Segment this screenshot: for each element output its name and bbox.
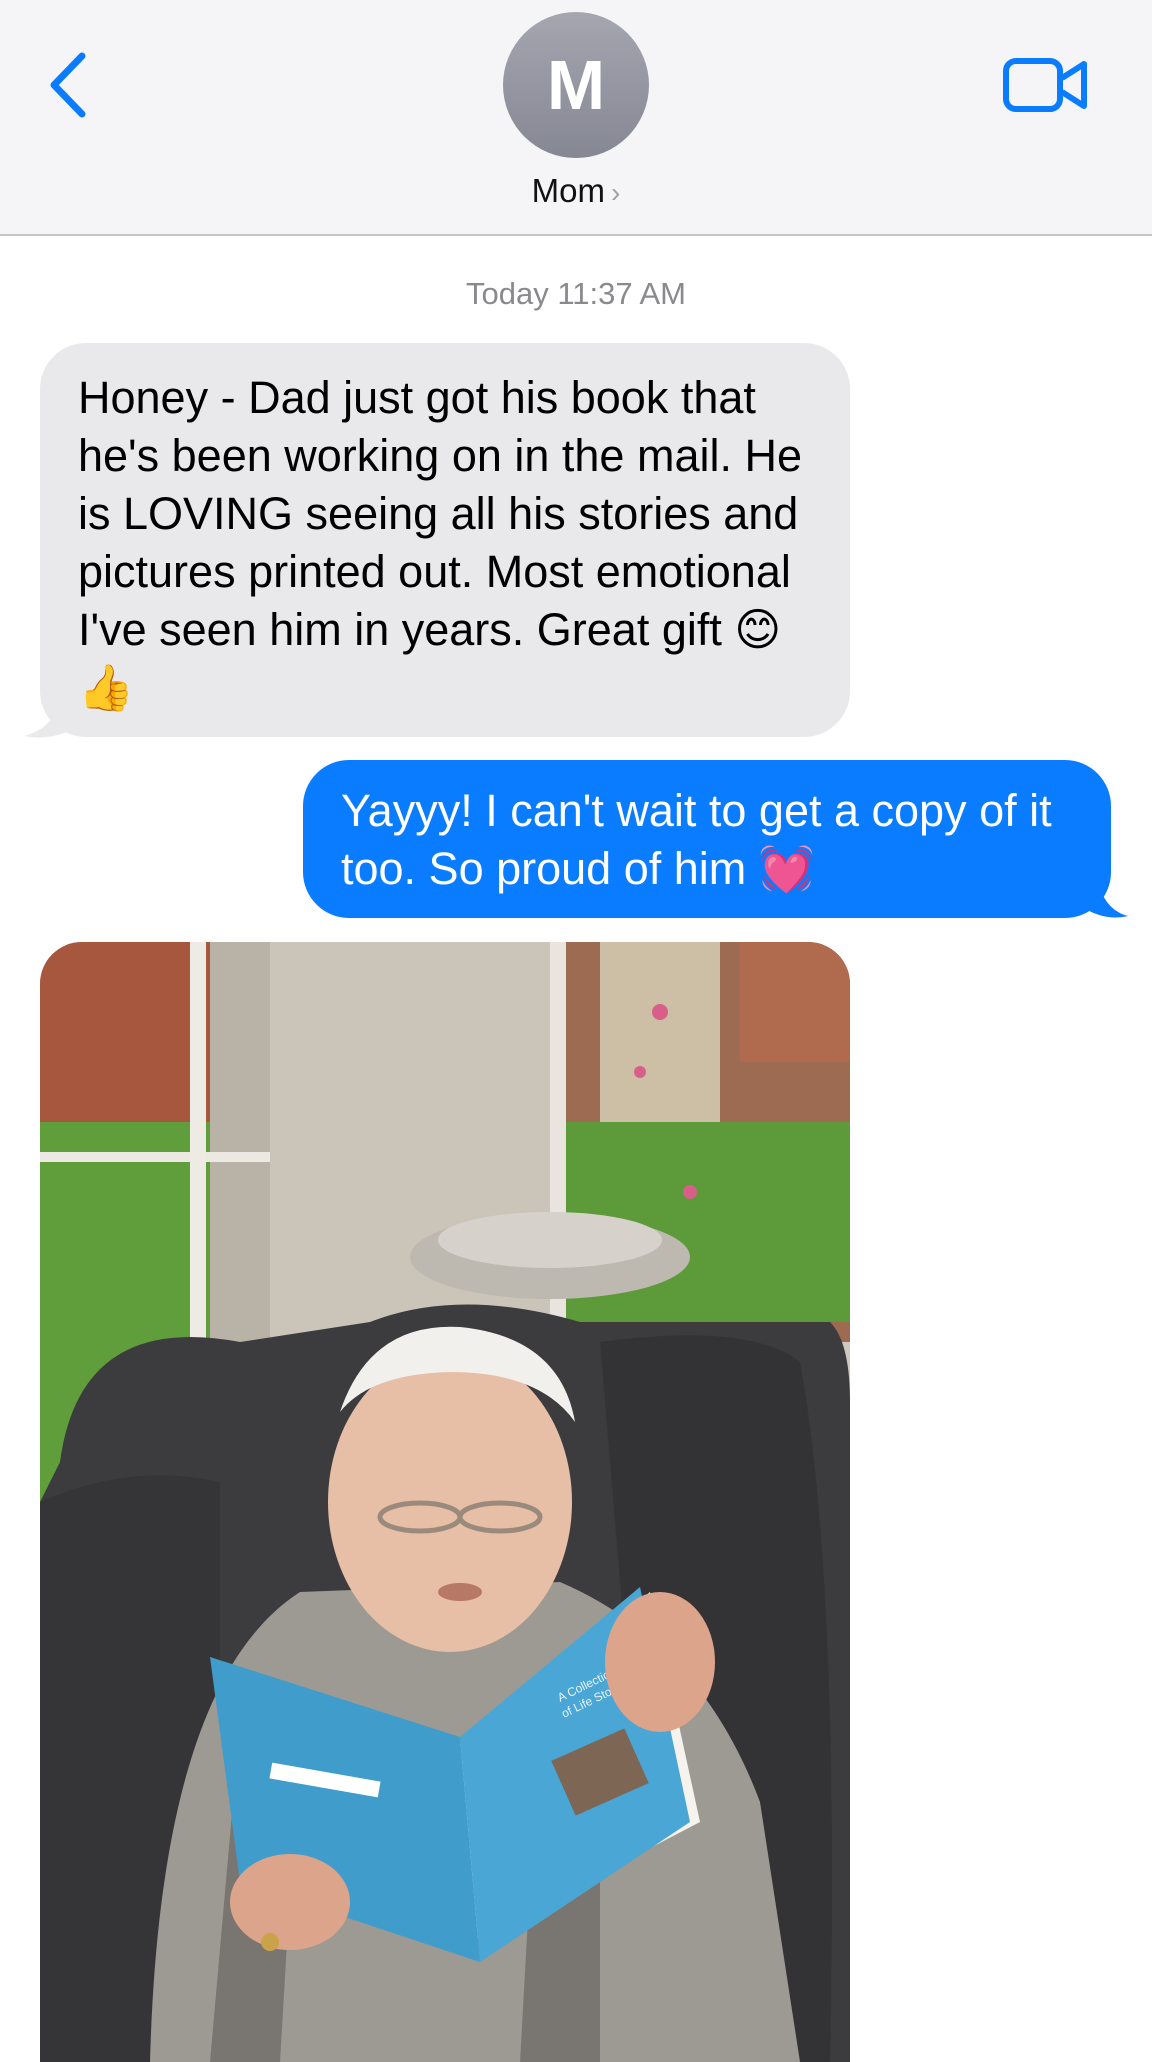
outgoing-message-bubble[interactable]: Yayyy! I can't wait to get a copy of it … — [303, 760, 1111, 918]
conversation-header: M Mom › — [0, 0, 1152, 236]
chevron-right-icon: › — [611, 177, 621, 208]
back-chevron-icon[interactable] — [44, 50, 94, 120]
message-timestamp: Today 11:37 AM — [465, 276, 686, 311]
video-camera-icon[interactable] — [1002, 56, 1088, 114]
contact-name: Mom — [531, 172, 605, 209]
photo-image: A Collection of Life Stories — [40, 942, 850, 2062]
message-text: Yayyy! I can't wait to get a copy of it … — [341, 785, 1052, 894]
incoming-message-bubble[interactable]: Honey - Dad just got his book that he's … — [40, 343, 850, 737]
contact-name-button[interactable]: Mom › — [0, 172, 1152, 210]
contact-avatar[interactable]: M — [503, 12, 649, 158]
photo-attachment[interactable]: A Collection of Life Stories — [40, 942, 850, 2062]
message-text: Honey - Dad just got his book that he's … — [78, 372, 802, 713]
